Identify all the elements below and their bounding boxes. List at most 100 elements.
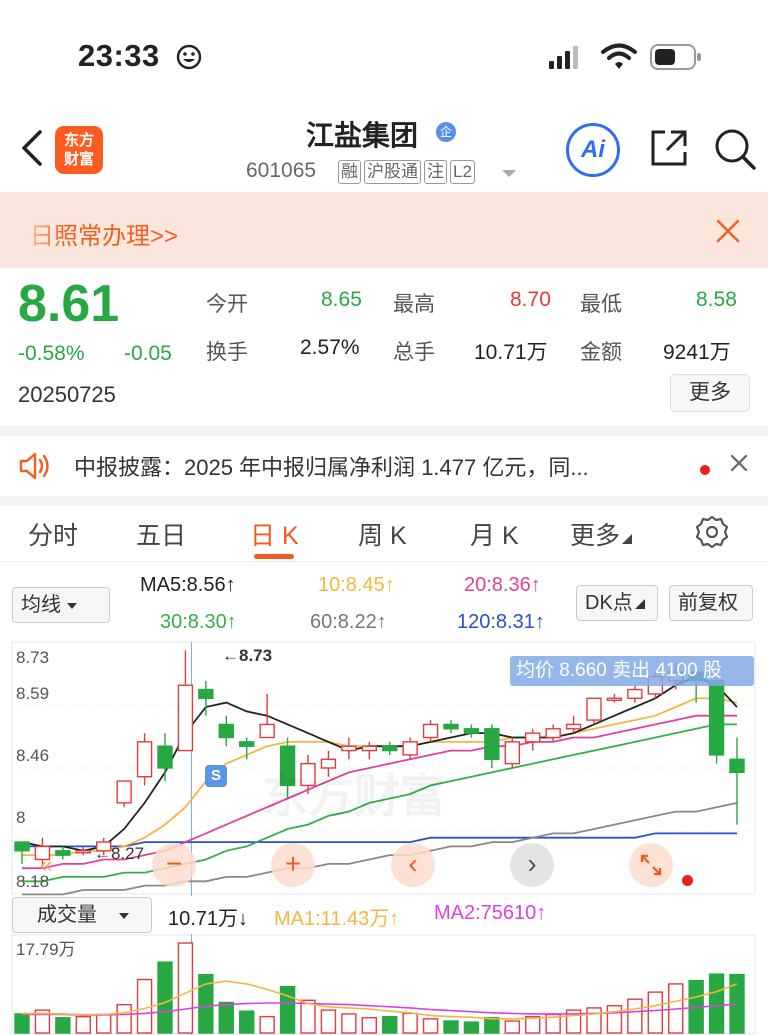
scroll-right-button[interactable]: ›	[510, 843, 554, 887]
open-value: 8.65	[321, 288, 362, 311]
volume-bar	[75, 1015, 91, 1034]
candle-body	[116, 780, 132, 804]
notice-bar[interactable]: 中报披露：2025 年中报归属净利润 1.477 亿元，同...	[0, 436, 768, 496]
volume-bar	[422, 1018, 439, 1034]
zoom-out-button[interactable]: −	[152, 843, 196, 887]
status-bar: 23:33	[0, 0, 768, 110]
tag-margin: 融	[338, 160, 361, 184]
candle-body	[463, 728, 480, 734]
change-amount: -0.05	[124, 342, 172, 365]
current-price: 8.61	[18, 275, 120, 333]
volume-bar	[504, 1020, 520, 1034]
watermark-text: 东方财富	[262, 770, 446, 822]
candle-body	[341, 745, 357, 752]
tags-dropdown-icon[interactable]	[502, 170, 516, 177]
candle-body	[525, 732, 541, 743]
search-icon[interactable]	[712, 126, 758, 172]
candle-body	[565, 723, 582, 730]
enterprise-badge: 企	[436, 122, 456, 142]
eastmoney-logo[interactable]: 东方 财富	[55, 126, 103, 174]
volume-svg[interactable]	[0, 934, 768, 1035]
volume-bar	[627, 998, 643, 1034]
dk-point-button[interactable]: DK点	[576, 585, 658, 621]
candle-body	[606, 697, 623, 701]
tab-weekly-k[interactable]: 周 K	[358, 516, 407, 552]
volume-bar	[443, 1020, 459, 1034]
stock-header: 东方 财富 江盐集团 企 601065 融 沪股通 注 L2 Ai	[0, 110, 768, 192]
candle-body	[55, 850, 71, 856]
quote-date: 20250725	[18, 382, 116, 407]
volume-bar	[218, 1001, 234, 1034]
more-corner-icon	[622, 534, 633, 544]
low-value: 8.58	[696, 288, 737, 311]
candle-body	[177, 684, 194, 752]
tab-more[interactable]: 更多	[570, 516, 633, 552]
indicator-select[interactable]: 均线	[12, 587, 110, 623]
ma5-value: MA5:8.56↑	[140, 574, 236, 596]
candle-body	[422, 723, 439, 739]
candle-body	[14, 841, 30, 852]
volume-indicator-select[interactable]: 成交量	[12, 897, 152, 933]
candle-body	[361, 745, 377, 752]
high-marker-label: ←8.73	[222, 646, 273, 665]
cell-signal-icon	[549, 46, 578, 69]
y-tick-label: 8.73	[16, 648, 50, 667]
unread-dot	[700, 465, 710, 475]
banner-close-icon[interactable]	[715, 218, 741, 244]
amount-value: 9241万	[663, 341, 731, 364]
volume-bar	[300, 999, 316, 1034]
more-quote-button[interactable]: 更多	[670, 374, 750, 412]
back-arrow-icon[interactable]	[18, 128, 44, 168]
volume-chart[interactable]	[0, 934, 768, 1035]
tab-five-day[interactable]: 五日	[136, 516, 186, 552]
settings-gear-icon[interactable]	[695, 515, 729, 549]
ai-assistant-button[interactable]: Ai	[566, 123, 620, 177]
tab-daily-k[interactable]: 日 K	[250, 516, 299, 552]
volume-label: 总手	[393, 341, 435, 364]
volume-max-label: 17.79万	[16, 940, 76, 959]
volume-ma1: MA1:11.43万↑	[274, 908, 400, 930]
fullscreen-button[interactable]	[629, 843, 673, 887]
volume-bar	[402, 1012, 418, 1034]
candle-body	[259, 723, 275, 739]
volume-bar	[96, 1013, 112, 1034]
volume-header: 成交量 10.71万↓ MA1:11.43万↑ MA2:75610↑	[0, 896, 768, 934]
scroll-left-button[interactable]: ‹	[391, 843, 435, 887]
y-tick-label: 8.46	[16, 746, 50, 765]
speaker-icon	[19, 452, 49, 480]
high-value: 8.70	[510, 288, 551, 311]
volume-bar	[14, 1013, 30, 1034]
low-label: 最低	[580, 293, 622, 316]
promo-banner[interactable]: 日照常办理>>	[0, 192, 768, 268]
smile-icon	[176, 44, 202, 70]
open-label: 今开	[206, 293, 248, 316]
tab-intraday[interactable]: 分时	[28, 516, 78, 552]
stock-code: 601065	[246, 159, 317, 182]
notice-close-icon[interactable]	[729, 453, 749, 473]
forward-adjust-button[interactable]: 前复权	[669, 585, 753, 621]
volume-bar	[341, 1013, 357, 1034]
ma120-value: 120:8.31↑	[457, 611, 545, 633]
zoom-in-button[interactable]: +	[271, 843, 315, 887]
tab-monthly-k[interactable]: 月 K	[470, 516, 519, 552]
volume-value: 10.71万	[474, 341, 548, 364]
candle-body	[218, 723, 234, 739]
double-left-icon[interactable]: «	[40, 852, 52, 878]
candle-body	[136, 741, 153, 778]
candle-body	[75, 850, 91, 854]
volume-bar	[484, 1017, 500, 1034]
tag-registration: 注	[424, 160, 447, 184]
period-tabs: 分时 五日 日 K 周 K 月 K 更多	[0, 506, 768, 562]
ma30-value: 30:8.30↑	[160, 611, 237, 633]
candle-body	[239, 741, 255, 747]
volume-bar	[708, 973, 725, 1034]
tag-connect: 沪股通	[364, 160, 421, 184]
share-icon[interactable]	[647, 126, 691, 170]
sell-marker[interactable]: S	[205, 765, 227, 787]
candle-body	[545, 728, 561, 739]
candle-body	[382, 745, 398, 752]
volume-bar	[586, 1007, 602, 1034]
y-tick-label: 8.59	[16, 684, 50, 703]
notice-text: 中报披露：2025 年中报归属净利润 1.477 亿元，同...	[74, 455, 589, 480]
volume-bar	[116, 1003, 132, 1034]
